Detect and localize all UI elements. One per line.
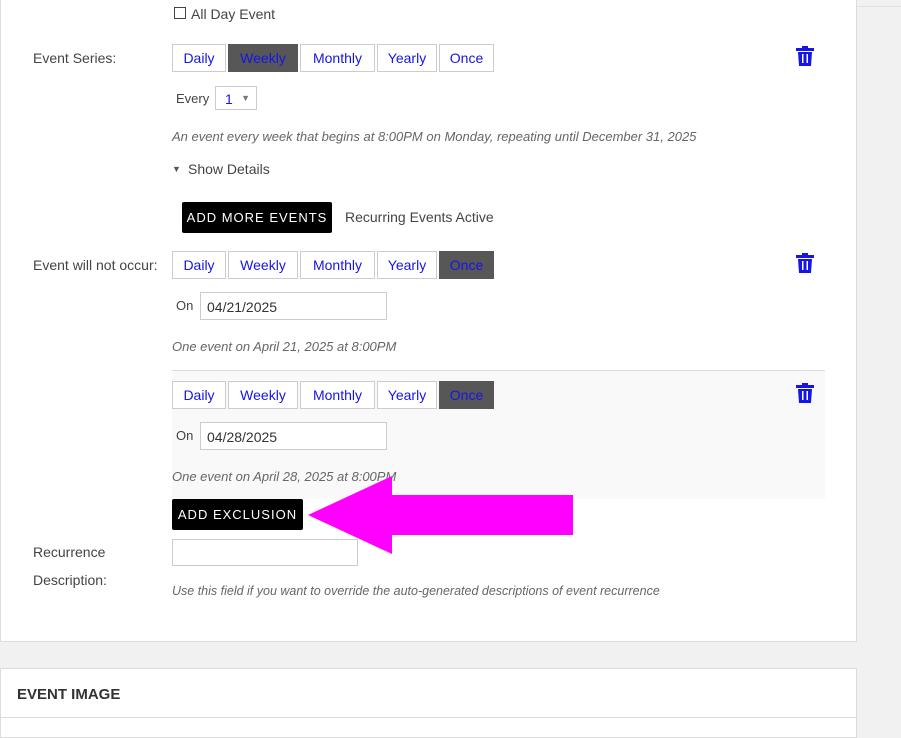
exclusion-2-frequency-group: Daily Weekly Monthly Yearly Once bbox=[172, 381, 496, 409]
freq-once-button[interactable]: Once bbox=[439, 381, 494, 409]
trash-icon[interactable] bbox=[796, 46, 814, 66]
trash-icon[interactable] bbox=[796, 253, 814, 273]
recurrence-description-input[interactable] bbox=[172, 539, 358, 566]
freq-monthly-button[interactable]: Monthly bbox=[300, 44, 375, 72]
freq-yearly-button[interactable]: Yearly bbox=[377, 381, 437, 409]
all-day-checkbox[interactable] bbox=[174, 7, 186, 19]
show-details-toggle[interactable]: Show Details bbox=[188, 161, 270, 177]
every-interval-select[interactable]: 1 ▼ bbox=[215, 86, 257, 110]
recurrence-description-help: Use this field if you want to override t… bbox=[172, 584, 660, 598]
recurrence-description-label-line1: Recurrence bbox=[33, 544, 106, 560]
exclusion-1-frequency-group: Daily Weekly Monthly Yearly Once bbox=[172, 251, 496, 279]
exclusion-1-date-input[interactable]: 04/21/2025 bbox=[200, 292, 387, 320]
freq-daily-button[interactable]: Daily bbox=[172, 44, 226, 72]
freq-weekly-button[interactable]: Weekly bbox=[228, 381, 298, 409]
on-label: On bbox=[176, 428, 194, 443]
add-more-events-button[interactable]: ADD MORE EVENTS bbox=[182, 202, 332, 233]
freq-once-button[interactable]: Once bbox=[439, 44, 494, 72]
event-image-title: EVENT IMAGE bbox=[17, 686, 121, 703]
exclusion-1-summary: One event on April 21, 2025 at 8:00PM bbox=[172, 339, 397, 354]
freq-daily-button[interactable]: Daily bbox=[172, 381, 226, 409]
recurrence-description-label-line2: Description: bbox=[33, 572, 107, 588]
freq-once-button[interactable]: Once bbox=[439, 251, 494, 279]
caret-down-icon[interactable]: ▼ bbox=[172, 164, 181, 174]
event-series-label: Event Series: bbox=[33, 50, 117, 66]
freq-yearly-button[interactable]: Yearly bbox=[377, 44, 437, 72]
freq-monthly-button[interactable]: Monthly bbox=[300, 381, 375, 409]
event-image-panel: EVENT IMAGE bbox=[0, 668, 857, 738]
freq-yearly-button[interactable]: Yearly bbox=[377, 251, 437, 279]
trash-icon[interactable] bbox=[796, 383, 814, 403]
freq-weekly-button[interactable]: Weekly bbox=[228, 251, 298, 279]
event-image-divider bbox=[1, 717, 856, 718]
freq-monthly-button[interactable]: Monthly bbox=[300, 251, 375, 279]
series-summary: An event every week that begins at 8:00P… bbox=[172, 129, 697, 144]
exclusions-label: Event will not occur: bbox=[33, 257, 158, 273]
add-exclusion-button[interactable]: ADD EXCLUSION bbox=[172, 499, 303, 530]
recurring-status: Recurring Events Active bbox=[345, 209, 494, 225]
freq-daily-button[interactable]: Daily bbox=[172, 251, 226, 279]
caret-down-icon: ▼ bbox=[241, 93, 250, 103]
freq-weekly-button[interactable]: Weekly bbox=[228, 44, 298, 72]
on-label: On bbox=[176, 298, 194, 313]
event-series-frequency-group: Daily Weekly Monthly Yearly Once bbox=[172, 44, 496, 72]
exclusion-2-date-input[interactable]: 04/28/2025 bbox=[200, 422, 387, 450]
all-day-label: All Day Event bbox=[191, 6, 276, 22]
every-label: Every bbox=[176, 91, 210, 106]
